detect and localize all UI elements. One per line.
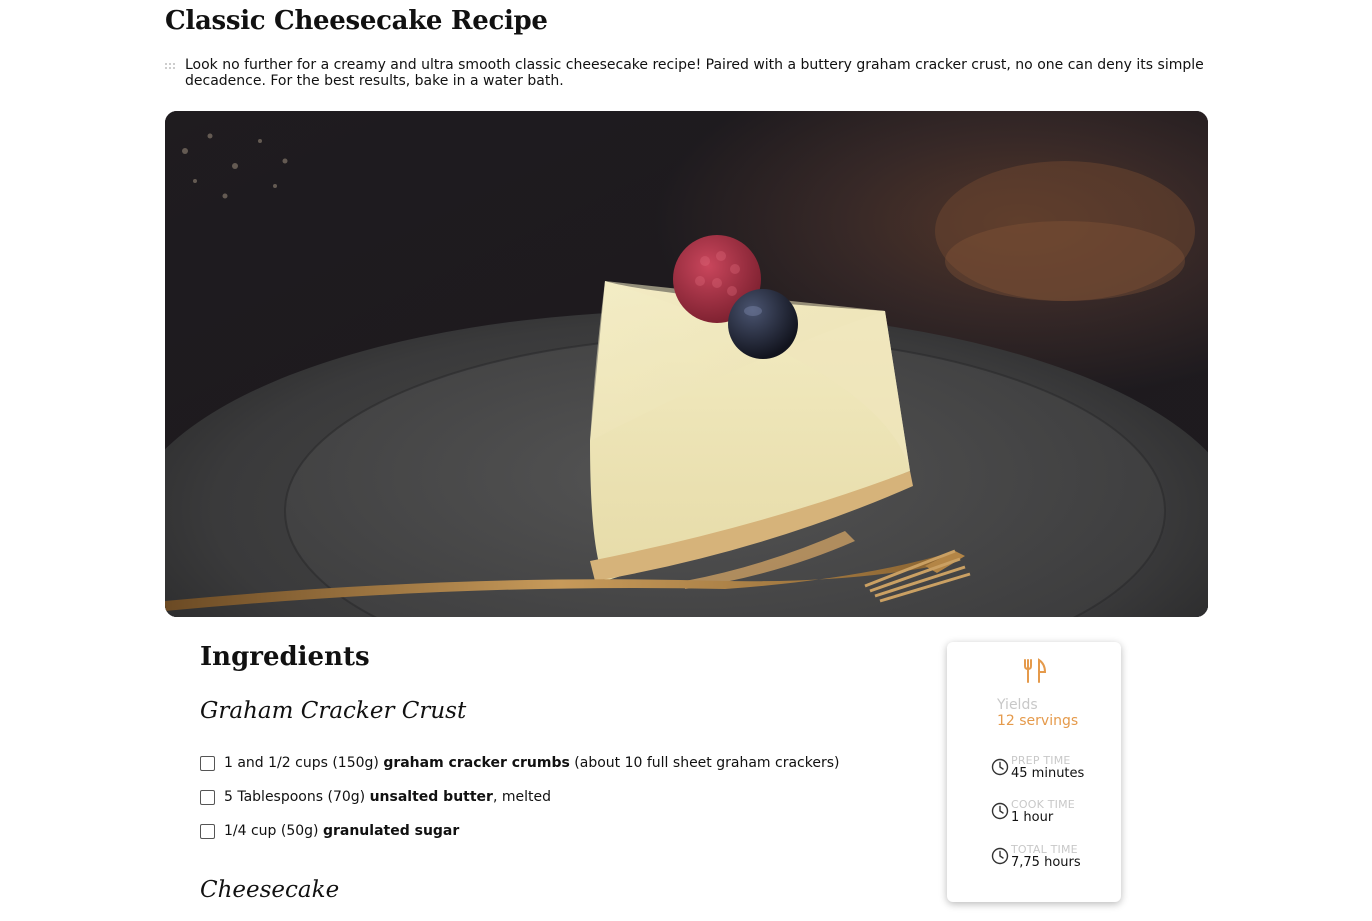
recipe-title: Classic Cheesecake Recipe [165,6,548,36]
ingredient-item: 1/4 cup (50g) granulated sugar [200,814,839,848]
prep-time-value: 45 minutes [1011,766,1085,781]
total-time-value: 7,75 hours [1011,855,1081,870]
yields-value: 12 servings [997,713,1079,729]
drag-handle-icon[interactable] [165,63,177,71]
ingredients-heading: Ingredients [200,642,370,672]
yields-label: Yields [997,697,1038,713]
ingredient-group-title: Cheesecake [200,877,340,903]
ingredient-text: 1/4 cup (50g) granulated sugar [224,823,460,839]
total-time: TOTAL TIME 7,75 hours [991,844,1081,870]
utensils-icon [1023,658,1047,688]
recipe-details-card: Yields 12 servings PREP TIME 45 minutes … [947,642,1121,902]
cook-time-value: 1 hour [1011,810,1054,825]
ingredient-item: 5 Tablespoons (70g) unsalted butter, mel… [200,780,839,814]
ingredient-text: 1 and 1/2 cups (150g) graham cracker cru… [224,755,840,771]
prep-time: PREP TIME 45 minutes [991,755,1084,781]
ingredient-item: 1 and 1/2 cups (150g) graham cracker cru… [200,746,839,780]
hero-image [165,111,1208,617]
clock-icon [991,802,1009,824]
recipe-page: Classic Cheesecake Recipe Look no furthe… [0,0,1372,921]
ingredient-checkbox[interactable] [200,823,215,839]
ingredient-checkbox[interactable] [200,755,215,771]
ingredient-group-title: Graham Cracker Crust [200,698,467,724]
ingredient-text: 5 Tablespoons (70g) unsalted butter, mel… [224,789,551,805]
cook-time: COOK TIME 1 hour [991,799,1075,825]
clock-icon [991,847,1009,869]
ingredient-list: 1 and 1/2 cups (150g) graham cracker cru… [200,746,839,848]
clock-icon [991,758,1009,780]
ingredient-checkbox[interactable] [200,789,215,805]
recipe-intro: Look no further for a creamy and ultra s… [185,57,1204,89]
